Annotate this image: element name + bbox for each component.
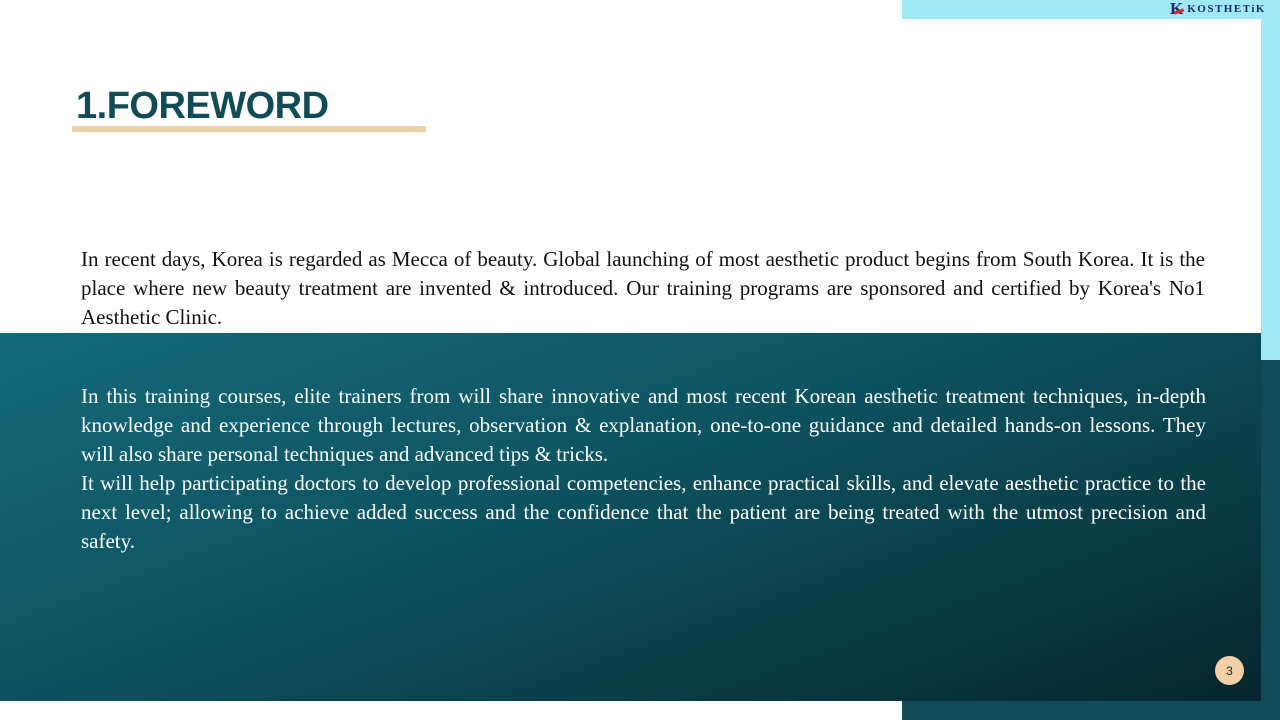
right-accent-bar [1261,19,1280,360]
page-number-badge: 3 [1215,656,1244,685]
logo-text: KOSTHETiK [1187,2,1266,15]
body-paragraph-2: It will help participating doctors to de… [81,471,1206,553]
intro-paragraph: In recent days, Korea is regarded as Mec… [81,247,1205,329]
right-accent-bar-dark [1261,360,1280,700]
slide-title: 1.FOREWORD [76,85,329,127]
panel-text: In this training courses, elite trainers… [81,382,1206,556]
body-paragraph-1: In this training courses, elite trainers… [81,384,1206,466]
logo-mark-icon: K [1170,0,1184,18]
brand-logo: K KOSTHETiK [1170,0,1266,17]
bottom-accent-bar [902,700,1280,720]
title-underline [72,126,426,132]
